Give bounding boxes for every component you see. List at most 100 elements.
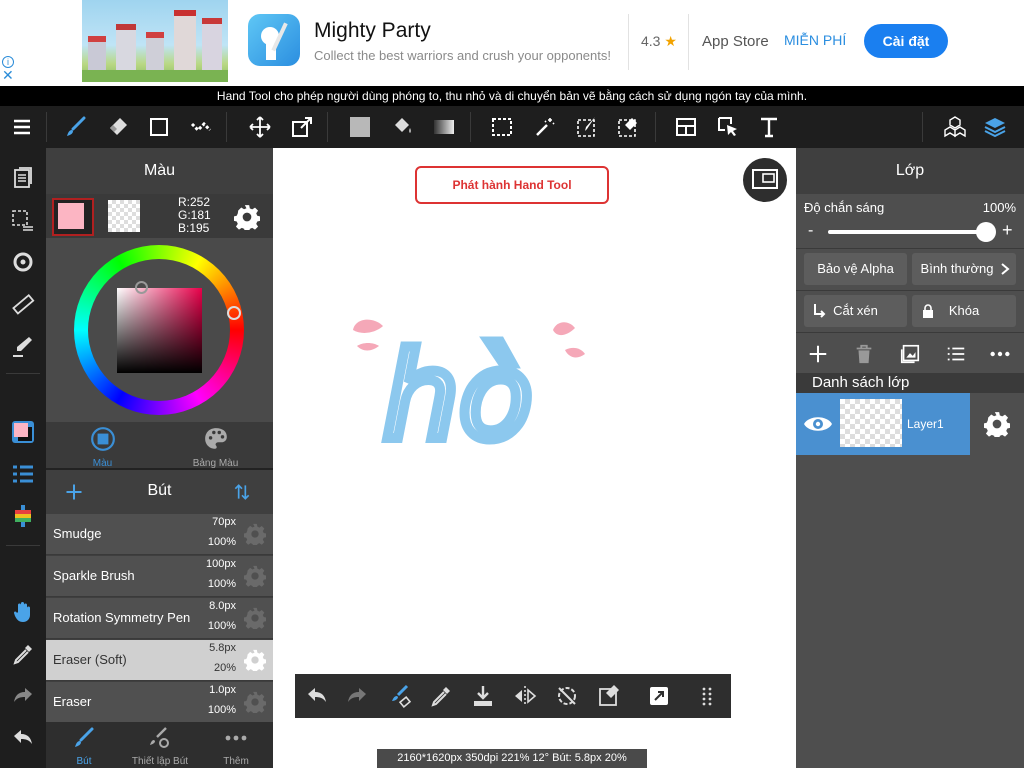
eyedropper-button-icon[interactable] bbox=[421, 674, 461, 718]
brush-icon bbox=[75, 727, 94, 747]
tab-color[interactable]: Màu bbox=[46, 422, 159, 469]
dot-tool-icon[interactable] bbox=[183, 106, 219, 148]
navigator-button[interactable] bbox=[741, 156, 789, 204]
lock-button[interactable]: Khóa bbox=[912, 295, 1016, 327]
tab-brush-settings[interactable]: Thiết lập Bút bbox=[122, 722, 198, 768]
color-settings-gear-icon[interactable] bbox=[233, 204, 261, 233]
rotate-reset-icon[interactable] bbox=[547, 674, 587, 718]
quick-access-bar bbox=[295, 674, 731, 718]
add-layer-icon[interactable] bbox=[802, 338, 834, 370]
clipping-button[interactable]: Cắt xén bbox=[804, 295, 907, 327]
clear-layer-icon[interactable] bbox=[589, 674, 629, 718]
layer-settings-gear-icon[interactable] bbox=[970, 393, 1024, 455]
redo-button-icon[interactable] bbox=[337, 674, 377, 718]
opacity-increase-button[interactable]: + bbox=[1002, 220, 1013, 241]
menu-icon[interactable] bbox=[4, 106, 40, 148]
text-tool-icon[interactable] bbox=[751, 106, 787, 148]
app-icon[interactable] bbox=[248, 14, 300, 66]
brush-settings-icon bbox=[150, 727, 169, 748]
brush-settings-gear-icon[interactable] bbox=[244, 523, 266, 545]
brush-list-icon[interactable] bbox=[7, 458, 39, 490]
lock-icon bbox=[923, 304, 933, 318]
eraser-tool-icon[interactable] bbox=[100, 106, 136, 148]
palette-strip-icon[interactable] bbox=[7, 500, 39, 532]
transform-tool-icon[interactable] bbox=[284, 106, 320, 148]
ad-banner-image[interactable] bbox=[82, 0, 228, 82]
select-tool-icon[interactable] bbox=[484, 106, 520, 148]
select-pen-icon[interactable] bbox=[569, 106, 605, 148]
brush-eraser-toggle-icon[interactable] bbox=[379, 674, 419, 718]
rotate-canvas-icon[interactable] bbox=[7, 246, 39, 278]
secondary-color-swatch[interactable] bbox=[108, 200, 140, 232]
alpha-protect-button[interactable]: Bảo vệ Alpha bbox=[804, 253, 907, 285]
sort-brush-icon[interactable] bbox=[232, 482, 252, 502]
layer-row[interactable]: Layer1 bbox=[796, 393, 970, 455]
ad-title: Mighty Party bbox=[314, 19, 431, 42]
frame-divider-icon[interactable] bbox=[668, 106, 704, 148]
primary-color-swatch[interactable] bbox=[52, 198, 94, 236]
brush-tool-icon[interactable] bbox=[58, 106, 94, 148]
eye-icon[interactable] bbox=[803, 412, 833, 436]
brush-item-sparkle[interactable]: Sparkle Brush 100px 100% bbox=[46, 556, 273, 597]
opacity-slider-knob[interactable] bbox=[976, 222, 996, 242]
layer-image-icon[interactable] bbox=[894, 338, 926, 370]
toolbar-divider bbox=[922, 112, 923, 142]
layers-icon[interactable] bbox=[977, 106, 1013, 148]
selection-list-icon[interactable] bbox=[7, 204, 39, 236]
save-download-icon[interactable] bbox=[463, 674, 503, 718]
tab-brush[interactable]: Bút bbox=[46, 722, 122, 768]
bucket-tool-icon[interactable] bbox=[384, 106, 420, 148]
pages-icon[interactable] bbox=[7, 162, 39, 194]
brush-tabs: Bút Thiết lập Bút Thêm bbox=[46, 722, 273, 768]
flip-horizontal-icon[interactable] bbox=[505, 674, 545, 718]
layer-list-icon[interactable] bbox=[940, 338, 972, 370]
3d-material-icon[interactable] bbox=[937, 106, 973, 148]
select-eraser-icon[interactable] bbox=[610, 106, 646, 148]
move-tool-icon[interactable] bbox=[242, 106, 278, 148]
brush-item-eraser-soft[interactable]: Eraser (Soft) 5.8px 20% bbox=[46, 640, 273, 681]
brush-settings-gear-icon[interactable] bbox=[244, 649, 266, 671]
blend-mode-button[interactable]: Bình thường bbox=[912, 253, 1016, 285]
brush-item-smudge[interactable]: Smudge 70px 100% bbox=[46, 514, 273, 555]
tab-more[interactable]: Thêm bbox=[198, 722, 274, 768]
eyedropper-icon[interactable] bbox=[7, 638, 39, 670]
magic-wand-icon[interactable] bbox=[527, 106, 563, 148]
drawing-canvas[interactable]: Phát hành Hand Tool hò 2160*1620px 350dp… bbox=[273, 148, 796, 768]
select-layer-icon[interactable] bbox=[710, 106, 746, 148]
brush-size: 1.0px bbox=[209, 684, 236, 696]
layer-more-icon[interactable] bbox=[984, 338, 1016, 370]
install-button[interactable]: Cài đặt bbox=[864, 24, 948, 58]
release-hand-tool-button[interactable]: Phát hành Hand Tool bbox=[415, 166, 609, 204]
brush-settings-gear-icon[interactable] bbox=[244, 565, 266, 587]
layer-thumbnail bbox=[840, 399, 902, 447]
saturation-picker[interactable] bbox=[135, 281, 148, 294]
ad-banner[interactable]: i ✕ Mighty Party Collect the best warrio… bbox=[0, 0, 1024, 86]
brush-size: 5.8px bbox=[209, 642, 236, 654]
saturation-square[interactable] bbox=[117, 288, 202, 373]
delete-layer-icon[interactable] bbox=[848, 338, 880, 370]
undo-button-icon[interactable] bbox=[297, 674, 337, 718]
fill-pen-icon[interactable] bbox=[7, 330, 39, 362]
ruler-icon[interactable] bbox=[7, 288, 39, 320]
top-toolbar bbox=[0, 106, 1024, 148]
opacity-slider[interactable] bbox=[828, 230, 988, 234]
undo-icon[interactable] bbox=[7, 722, 39, 754]
star-icon: ★ bbox=[664, 33, 677, 49]
gradient-tool-icon[interactable] bbox=[426, 106, 462, 148]
hue-picker[interactable] bbox=[227, 306, 241, 320]
toolbar-divider bbox=[655, 112, 656, 142]
brush-settings-gear-icon[interactable] bbox=[244, 691, 266, 713]
brush-item-rotation-symmetry[interactable]: Rotation Symmetry Pen 8.0px 100% bbox=[46, 598, 273, 639]
brush-settings-gear-icon[interactable] bbox=[244, 607, 266, 629]
redo-icon[interactable] bbox=[7, 680, 39, 712]
brush-item-eraser[interactable]: Eraser 1.0px 100% bbox=[46, 682, 273, 723]
opacity-decrease-button[interactable]: - bbox=[808, 222, 813, 240]
ad-close-icon[interactable]: ✕ bbox=[2, 68, 14, 82]
canvas-snap-icon[interactable] bbox=[639, 674, 679, 718]
color-swatch-icon[interactable] bbox=[7, 416, 39, 448]
hand-tool-icon[interactable] bbox=[7, 596, 39, 628]
fill-color-icon[interactable] bbox=[342, 106, 378, 148]
more-grid-icon[interactable] bbox=[687, 674, 727, 718]
shape-tool-icon[interactable] bbox=[141, 106, 177, 148]
tab-palette[interactable]: Bảng Màu bbox=[159, 422, 272, 469]
